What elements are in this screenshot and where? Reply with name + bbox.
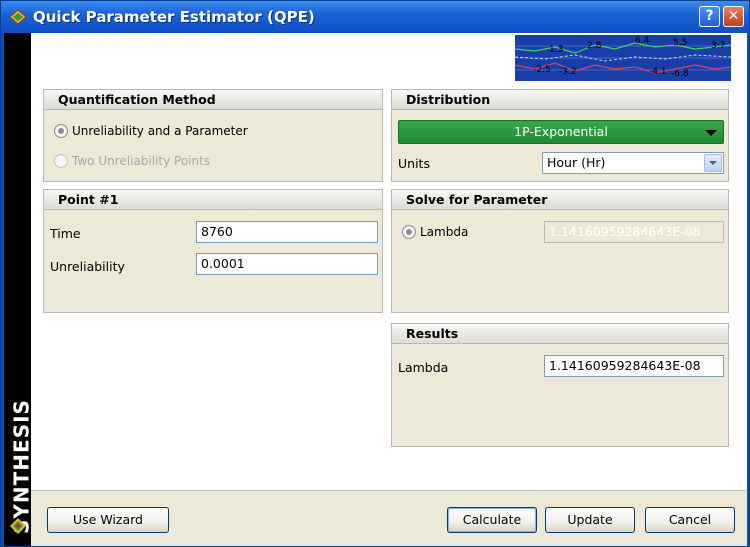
results-group: Results Lambda 1.14160959284643E-08 [391,323,729,447]
cancel-button[interactable]: Cancel [645,507,735,533]
main-content: 1.3 2.8 6.4 5.5 3.7 -2.5 -3.2 -4.1 -6.8 … [31,33,747,490]
quantification-method-header: Quantification Method [44,90,382,110]
thumb-label: 1.3 [549,45,564,55]
option-lambda[interactable]: Lambda [402,223,468,241]
time-label: Time [50,226,81,241]
synthesis-logo-icon [10,518,26,534]
unreliability-label: Unreliability [50,259,125,274]
distribution-header: Distribution [392,90,728,110]
chevron-down-icon[interactable] [704,154,722,172]
distribution-group: Distribution 1P-Exponential Units Hour (… [391,89,729,182]
help-button[interactable]: ? [699,6,720,27]
solve-for-parameter-header: Solve for Parameter [392,190,728,210]
thumb-label: -6.8 [671,69,689,79]
option-label: Lambda [420,225,469,239]
results-lambda-field[interactable]: 1.14160959284643E-08 [544,355,724,377]
synthesis-sidebar: SYNTHESIS [4,33,34,546]
qpe-window: Quick Parameter Estimator (QPE) ? ✕ SYNT… [0,0,750,547]
window-title: Quick Parameter Estimator (QPE) [33,8,315,26]
close-button[interactable]: ✕ [723,6,744,27]
units-select[interactable]: Hour (Hr) [542,152,724,174]
app-logo-icon [9,9,27,25]
results-header: Results [392,324,728,344]
dropdown-arrow-icon[interactable] [705,130,717,136]
option-label: Unreliability and a Parameter [72,124,248,138]
thumb-label: -4.1 [649,67,667,77]
point-1-group: Point #1 Time 8760 Unreliability 0.0001 [43,189,383,313]
thumb-label: 6.4 [635,36,650,46]
title-bar[interactable]: Quick Parameter Estimator (QPE) ? ✕ [1,1,749,33]
thumb-label: -2.5 [533,65,551,75]
radio-unchecked-icon[interactable] [54,154,68,168]
quantification-method-group: Quantification Method Unreliability and … [43,89,383,182]
radio-checked-icon[interactable] [54,124,68,138]
thumb-label: -3.2 [559,67,577,77]
radio-checked-icon[interactable] [402,225,416,239]
units-value: Hour (Hr) [547,155,606,170]
calculate-button[interactable]: Calculate [447,507,537,533]
option-two-unreliability-points[interactable]: Two Unreliability Points [54,152,210,170]
solve-lambda-field: 1.14160959284643E-08 [544,221,724,243]
unreliability-input[interactable]: 0.0001 [196,253,378,275]
update-button[interactable]: Update [545,507,635,533]
distribution-dropdown[interactable]: 1P-Exponential [398,120,724,144]
thumb-label: 2.8 [587,41,602,51]
point-1-header: Point #1 [44,190,382,210]
distribution-selected: 1P-Exponential [514,124,608,139]
chart-thumbnail: 1.3 2.8 6.4 5.5 3.7 -2.5 -3.2 -4.1 -6.8 [515,35,731,81]
option-label: Two Unreliability Points [72,154,211,168]
thumb-label: 3.7 [711,41,726,51]
use-wizard-button[interactable]: Use Wizard [47,507,169,533]
option-unreliability-and-parameter[interactable]: Unreliability and a Parameter [54,122,248,140]
time-input[interactable]: 8760 [196,221,378,243]
units-label: Units [398,156,430,171]
button-bar: Use Wizard Calculate Update Cancel [31,490,747,546]
thumb-label: 5.5 [673,38,688,48]
results-lambda-label: Lambda [398,360,449,375]
solve-for-parameter-group: Solve for Parameter Lambda 1.14160959284… [391,189,729,313]
